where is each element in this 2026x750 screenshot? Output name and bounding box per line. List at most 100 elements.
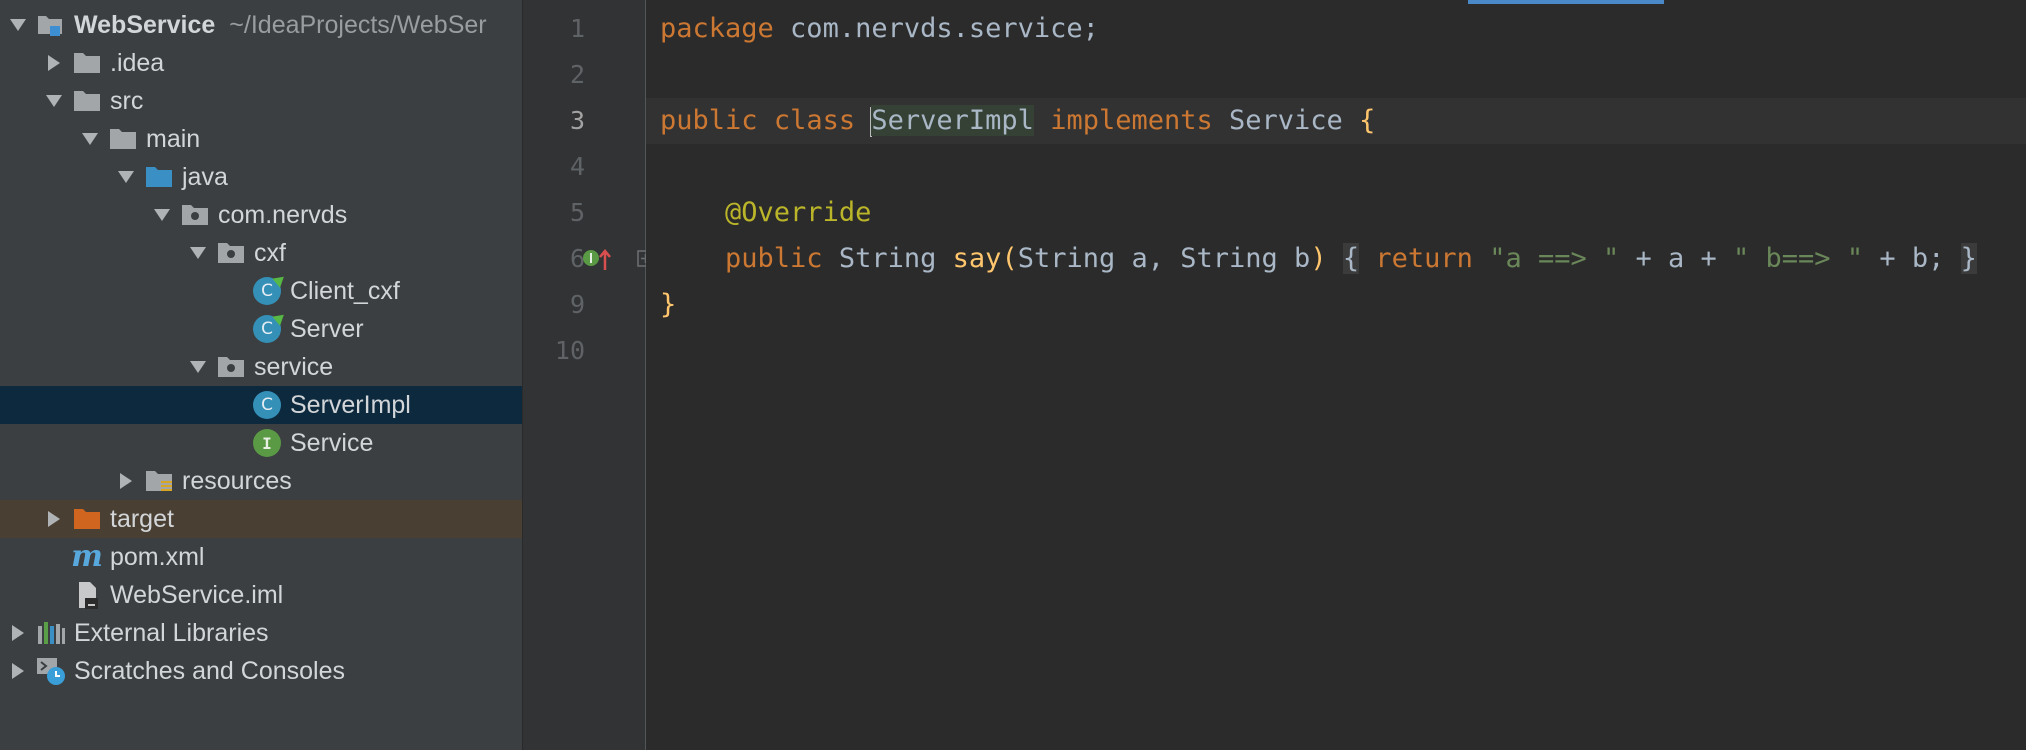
code-line-6[interactable]: public String say(String a, String b) { … xyxy=(646,236,2026,282)
class-icon: C xyxy=(252,390,282,420)
package-icon xyxy=(216,352,246,382)
package-icon xyxy=(216,238,246,268)
code-line-1[interactable]: package com.nervds.service; xyxy=(646,6,2026,52)
expanded-arrow-icon[interactable] xyxy=(180,247,216,259)
folded-region-open[interactable]: { xyxy=(1342,243,1360,274)
brace-token: } xyxy=(660,289,677,320)
collapsed-arrow-icon[interactable] xyxy=(108,473,144,489)
line-number: 5 xyxy=(569,198,585,227)
tree-item-label: src xyxy=(110,86,144,115)
runnable-class-icon: C xyxy=(252,272,288,306)
expanded-arrow-icon[interactable] xyxy=(72,133,108,145)
tree-item-label: Scratches and Consoles xyxy=(74,656,345,685)
implements-method-icon[interactable] xyxy=(581,244,611,279)
brace-token: { xyxy=(1359,105,1376,136)
code-line-9[interactable]: } xyxy=(646,282,2026,328)
params-token: String a, String b xyxy=(1017,243,1311,274)
keyword-token: public xyxy=(725,243,823,274)
tree-item-serverimpl[interactable]: C ServerImpl xyxy=(0,386,522,424)
tree-item-com-nervds[interactable]: com.nervds xyxy=(0,196,522,234)
tree-item-webservice[interactable]: WebService ~/IdeaProjects/WebSer xyxy=(0,6,522,44)
tree-item-idea[interactable]: .idea xyxy=(0,44,522,82)
tree-item-target[interactable]: target xyxy=(0,500,522,538)
maven-icon: m xyxy=(71,539,103,574)
type-token: String xyxy=(838,243,937,274)
tree-item-label: cxf xyxy=(254,238,286,267)
class-name-token: ServerImpl xyxy=(871,105,1034,136)
line-number: 1 xyxy=(569,14,585,43)
source-folder-icon xyxy=(144,162,174,192)
keyword-token: class xyxy=(773,105,856,136)
keyword-token: implements xyxy=(1050,105,1213,136)
collapsed-arrow-icon[interactable] xyxy=(36,55,72,71)
folder-icon xyxy=(72,48,102,78)
tree-item-src[interactable]: src xyxy=(0,82,522,120)
folder-icon xyxy=(72,86,102,116)
iml-file-icon xyxy=(72,580,102,610)
expanded-arrow-icon[interactable] xyxy=(180,361,216,373)
tree-item-service-package[interactable]: service xyxy=(0,348,522,386)
string-token: " b==> " xyxy=(1733,243,1864,274)
tree-item-main[interactable]: main xyxy=(0,120,522,158)
code-line-3[interactable]: public class ServerImpl implements Servi… xyxy=(646,98,2026,144)
line-number: 6 xyxy=(569,244,585,273)
tree-item-label: .idea xyxy=(110,48,165,77)
annotation-token: @Override xyxy=(725,197,872,228)
paren-token: ( xyxy=(1001,243,1018,274)
paren-token: ) xyxy=(1310,243,1327,274)
project-tree[interactable]: WebService ~/IdeaProjects/WebSer .idea s… xyxy=(0,0,522,750)
collapsed-arrow-icon[interactable] xyxy=(36,511,72,527)
expression-token: + b; xyxy=(1863,243,1945,274)
tree-item-label: service xyxy=(254,352,334,381)
package-name-token: com.nervds.service; xyxy=(773,13,1099,44)
tree-item-label: External Libraries xyxy=(74,618,269,647)
tree-item-label: WebService.iml xyxy=(110,580,284,609)
tree-item-label: java xyxy=(182,162,228,191)
code-line-5[interactable]: @Override xyxy=(646,190,2026,236)
tree-item-label: pom.xml xyxy=(110,542,205,571)
tree-item-cxf[interactable]: cxf xyxy=(0,234,522,272)
excluded-folder-icon xyxy=(72,504,102,534)
line-number: 4 xyxy=(569,152,585,181)
collapsed-arrow-icon[interactable] xyxy=(0,625,36,641)
tree-item-label: WebService xyxy=(74,10,216,39)
folded-region-close[interactable]: } xyxy=(1960,243,1977,274)
tree-item-server[interactable]: C Server xyxy=(0,310,522,348)
tree-item-label: target xyxy=(110,504,174,533)
ide-window: WebService ~/IdeaProjects/WebSer .idea s… xyxy=(0,0,2026,750)
tree-item-label: Server xyxy=(290,314,364,343)
expanded-arrow-icon[interactable] xyxy=(108,171,144,183)
keyword-token: public xyxy=(660,105,758,136)
tree-item-webservice-iml[interactable]: WebService.iml xyxy=(0,576,522,614)
expanded-arrow-icon[interactable] xyxy=(144,209,180,221)
folder-icon xyxy=(108,124,138,154)
code-editor[interactable]: package com.nervds.service; public class… xyxy=(646,0,2026,750)
tree-item-service-interface[interactable]: I Service xyxy=(0,424,522,462)
tree-item-java[interactable]: java xyxy=(0,158,522,196)
string-token: "a ==> " xyxy=(1489,243,1620,274)
expression-token: + a + xyxy=(1619,243,1734,274)
expanded-arrow-icon[interactable] xyxy=(0,19,36,31)
scratches-icon xyxy=(36,656,66,686)
tree-item-label: com.nervds xyxy=(218,200,348,229)
collapsed-arrow-icon[interactable] xyxy=(0,663,36,679)
line-number: 10 xyxy=(554,336,585,365)
tree-item-external-libraries[interactable]: External Libraries xyxy=(0,614,522,652)
tree-item-label: main xyxy=(146,124,201,153)
interface-icon: I xyxy=(252,428,282,458)
tree-item-scratches[interactable]: Scratches and Consoles xyxy=(0,652,522,690)
tree-item-resources[interactable]: resources xyxy=(0,462,522,500)
tree-item-label: Client_cxf xyxy=(290,276,400,305)
keyword-token: package xyxy=(660,13,774,44)
line-number: 3 xyxy=(569,106,585,135)
expanded-arrow-icon[interactable] xyxy=(36,95,72,107)
tree-item-label: Service xyxy=(290,428,374,457)
project-path: ~/IdeaProjects/WebSer xyxy=(229,10,487,39)
active-tab-indicator xyxy=(1468,0,1664,4)
method-name-token: say xyxy=(952,243,1002,274)
line-number: 9 xyxy=(569,290,585,319)
tree-item-client-cxf[interactable]: C Client_cxf xyxy=(0,272,522,310)
editor-gutter[interactable]: 1 2 3 4 5 6 9 10 xyxy=(522,0,654,750)
runnable-class-icon: C xyxy=(252,310,288,344)
tree-item-pom-xml[interactable]: m pom.xml xyxy=(0,538,522,576)
